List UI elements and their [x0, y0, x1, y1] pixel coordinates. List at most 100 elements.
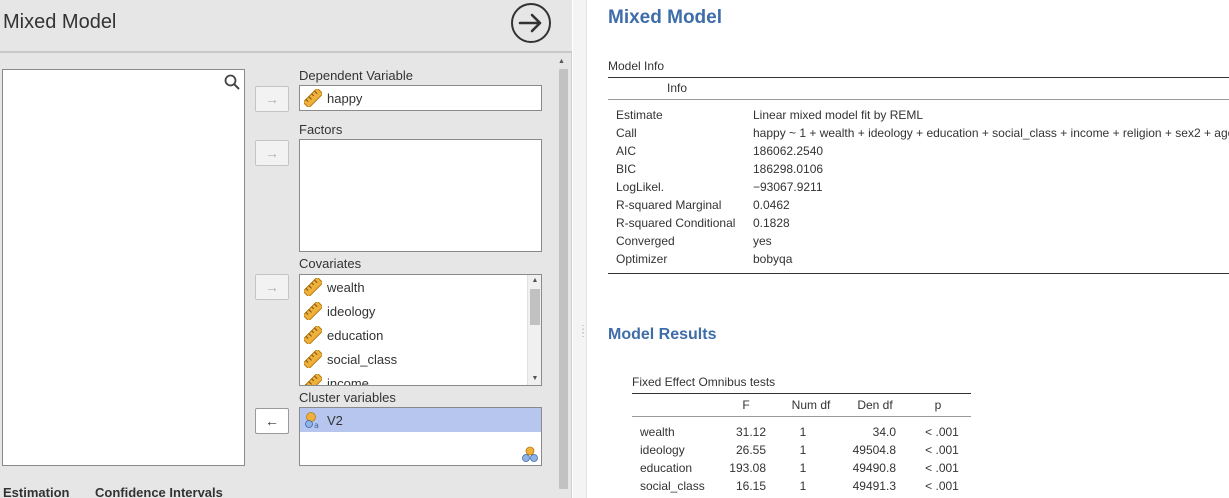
nominal-circles-icon: a — [305, 412, 319, 429]
info-label: Estimate — [616, 108, 663, 122]
list-item[interactable]: ideology — [300, 299, 541, 323]
list-item[interactable]: education — [300, 323, 541, 347]
info-value: 0.1828 — [753, 216, 790, 230]
ruler-icon — [304, 350, 322, 368]
item-label: wealth — [327, 279, 365, 295]
column-header-f: F — [742, 398, 750, 412]
dependent-variable-box[interactable]: happy — [299, 85, 542, 111]
p-cell: < .001 — [925, 479, 959, 493]
column-header-p: p — [934, 398, 942, 412]
list-item[interactable]: happy — [300, 86, 541, 110]
info-label: BIC — [616, 162, 637, 176]
den-df-cell: 49491.3 — [852, 479, 896, 493]
model-info-header: Info — [667, 81, 688, 95]
dependent-label: Dependent Variable — [299, 68, 413, 83]
f-cell: 193.08 — [729, 461, 766, 475]
term-cell: ideology — [640, 443, 685, 457]
num-df-cell: 1 — [799, 461, 807, 475]
list-item[interactable]: income — [300, 371, 541, 385]
covariates-scrollbar[interactable]: ▲ ▼ — [527, 275, 541, 385]
covariates-label: Covariates — [299, 256, 362, 271]
move-to-dependent-button[interactable]: → — [255, 86, 289, 112]
ruler-icon — [304, 326, 322, 344]
scrollbar-thumb[interactable] — [559, 69, 568, 489]
ruler-icon — [304, 278, 322, 296]
scroll-down-icon[interactable]: ▼ — [528, 373, 541, 385]
analysis-title: Mixed Model — [3, 11, 117, 33]
info-label: Call — [616, 126, 637, 140]
item-label: V2 — [327, 412, 343, 428]
item-label: social_class — [327, 351, 398, 367]
arrow-right-icon: → — [265, 91, 279, 107]
table-rule — [632, 393, 971, 394]
info-label: Optimizer — [616, 252, 668, 266]
factors-box[interactable] — [299, 139, 542, 252]
list-item[interactable]: wealth — [300, 275, 541, 299]
model-results-title: Model Results — [608, 326, 717, 343]
info-value: Linear mixed model fit by REML — [753, 108, 924, 122]
arrow-right-circle-icon — [518, 13, 542, 33]
num-df-cell: 1 — [799, 479, 807, 493]
ruler-icon — [304, 89, 322, 107]
f-cell: 26.55 — [735, 443, 766, 457]
den-df-cell: 49490.8 — [852, 461, 896, 475]
move-to-covariates-button[interactable]: → — [255, 274, 289, 300]
f-cell: 31.12 — [735, 425, 766, 439]
search-icon[interactable] — [224, 74, 240, 90]
panel-splitter[interactable]: ⋮ ⋮ — [573, 0, 588, 498]
app-window: Mixed Model → Dependent Variable happy →… — [0, 0, 1229, 498]
table-rule — [632, 416, 971, 417]
term-cell: social_class — [640, 479, 705, 493]
svg-text:a: a — [314, 421, 319, 429]
info-label: Converged — [616, 234, 675, 248]
options-scrollbar[interactable]: ▲ — [556, 57, 570, 498]
info-value: yes — [753, 234, 772, 248]
omnibus-caption: Fixed Effect Omnibus tests — [632, 375, 776, 389]
options-header: Mixed Model — [0, 0, 572, 53]
covariates-box[interactable]: wealth ideology education social_classincom… — [299, 274, 542, 386]
info-label: LogLikel. — [616, 180, 665, 194]
estimation-section-header[interactable]: Estimation — [3, 485, 69, 498]
scroll-up-icon[interactable]: ▲ — [558, 58, 565, 65]
p-cell: < .001 — [925, 443, 959, 457]
factors-label: Factors — [299, 122, 343, 137]
info-value: 186298.0106 — [753, 162, 824, 176]
info-value: 186062.2540 — [753, 144, 824, 158]
scroll-up-icon[interactable]: ▲ — [528, 275, 541, 287]
ruler-icon — [304, 374, 322, 385]
available-variables-list[interactable] — [2, 69, 245, 466]
splitter-grip-icon[interactable]: ⋮ ⋮ — [578, 325, 588, 339]
confidence-intervals-section-header[interactable]: Confidence Intervals — [95, 485, 223, 498]
results-panel: Mixed Model Model Info Info Estimate Line… — [588, 0, 1229, 498]
info-label: AIC — [616, 144, 637, 158]
options-panel: Mixed Model → Dependent Variable happy →… — [0, 0, 572, 498]
num-df-cell: 1 — [799, 425, 807, 439]
table-rule — [608, 77, 1229, 78]
f-cell: 16.15 — [735, 479, 766, 493]
move-from-cluster-button[interactable]: ← — [255, 408, 289, 434]
item-label: ideology — [327, 303, 376, 319]
arrow-right-icon: → — [265, 279, 279, 295]
run-analysis-button[interactable] — [511, 3, 551, 43]
cluster-variables-box[interactable]: a V2 — [299, 407, 542, 466]
options-body: → Dependent Variable happy → Factors → C… — [0, 55, 572, 498]
info-value: −93067.9211 — [753, 180, 823, 194]
p-cell: < .001 — [925, 425, 959, 439]
column-header-den-df: Den df — [857, 398, 893, 412]
den-df-cell: 49504.8 — [852, 443, 896, 457]
move-to-factors-button[interactable]: → — [255, 140, 289, 166]
scrollbar-thumb[interactable] — [530, 289, 540, 325]
item-label: happy — [327, 90, 363, 106]
arrow-left-icon: ← — [265, 413, 279, 429]
den-df-cell: 34.0 — [872, 425, 896, 439]
table-rule — [608, 99, 1229, 100]
ruler-icon — [304, 302, 322, 320]
nominal-circles-icon — [522, 446, 538, 462]
cluster-label: Cluster variables — [299, 390, 396, 405]
term-cell: education — [640, 461, 693, 475]
list-item[interactable]: social_class — [300, 347, 541, 371]
list-item[interactable]: a V2 — [300, 408, 541, 432]
num-df-cell: 1 — [799, 443, 807, 457]
p-cell: < .001 — [925, 461, 959, 475]
info-value: happy ~ 1 + wealth + ideology + educatio… — [753, 126, 1229, 140]
